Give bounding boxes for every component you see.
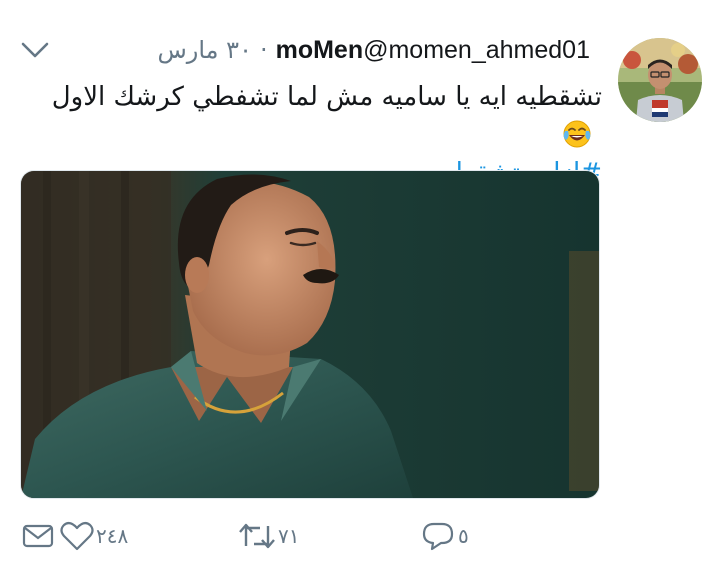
avatar[interactable] [618, 38, 702, 122]
tweet-media-image[interactable] [20, 170, 600, 499]
tweet-header: ٣٠ مارس · moMen @momen_ahmed01 [157, 28, 590, 72]
chevron-down-icon[interactable] [20, 38, 50, 62]
user-handle[interactable]: @momen_ahmed01 [363, 36, 590, 65]
tweet-actions: ٢٤٨ ٧١ ٥ [0, 516, 720, 556]
like-count: ٢٤٨ [96, 524, 129, 548]
separator-dot: · [259, 36, 268, 64]
tweet-date[interactable]: ٣٠ مارس [157, 36, 251, 64]
reply-button[interactable]: ٥ [422, 516, 469, 556]
envelope-icon [22, 524, 54, 548]
like-button[interactable]: ٢٤٨ [60, 516, 128, 556]
tweet-text-line: تشقطيه ايه يا ساميه مش لما تشفطي كرشك ال… [32, 78, 602, 154]
retweet-icon [239, 523, 275, 549]
share-dm-button[interactable] [22, 516, 54, 556]
retweet-button[interactable]: ٧١ [238, 516, 299, 556]
display-name[interactable]: moMen [276, 36, 364, 65]
tweet-body: تشقطيه ايه يا ساميه مش لما تشفطي كرشك ال… [51, 82, 602, 112]
face-with-tears-of-joy-icon [563, 120, 591, 148]
reply-count: ٥ [458, 524, 469, 548]
tweet-card[interactable]: ٣٠ مارس · moMen @momen_ahmed01 تشقطيه اي… [0, 0, 720, 574]
reply-bubble-icon [422, 522, 454, 551]
retweet-count: ٧١ [278, 524, 300, 548]
heart-icon [60, 521, 94, 551]
